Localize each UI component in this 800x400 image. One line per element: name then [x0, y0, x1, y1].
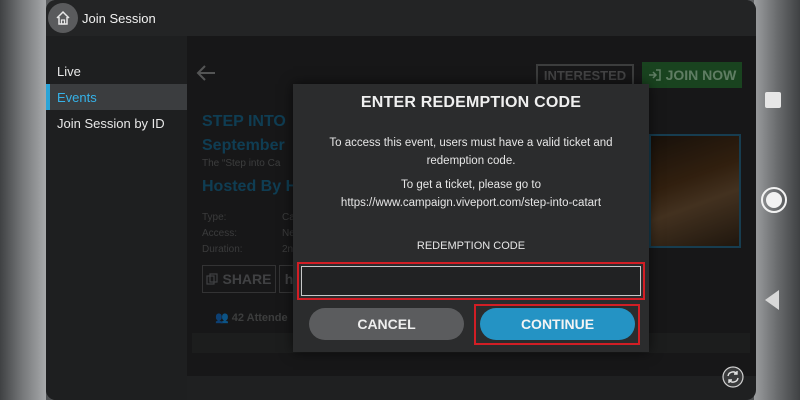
triangle-left-icon[interactable] — [765, 290, 779, 310]
sidebar-item-join-by-id[interactable]: Join Session by ID — [46, 110, 187, 136]
dialog-title: ENTER REDEMPTION CODE — [360, 94, 582, 111]
home-button[interactable] — [48, 3, 78, 33]
sidebar-item-label: Events — [57, 89, 97, 105]
environment-left-wall — [0, 0, 46, 400]
ticket-url: https://www.campaign.viveport.com/step-i… — [340, 197, 602, 209]
sidebar-item-live[interactable]: Live — [46, 58, 187, 84]
square-icon[interactable] — [765, 92, 781, 108]
window-title: Join Session — [82, 10, 156, 26]
cancel-button[interactable]: CANCEL — [309, 308, 464, 340]
ticket-info-line1: To get a ticket, please go to — [400, 179, 541, 191]
continue-button[interactable]: CONTINUE — [480, 308, 635, 340]
refresh-icon[interactable] — [722, 366, 744, 388]
redemption-code-dialog: ENTER REDEMPTION CODE To access this eve… — [293, 84, 649, 352]
title-bar: Join Session — [46, 0, 756, 36]
sidebar-item-events[interactable]: Events — [46, 84, 187, 110]
redemption-code-input[interactable] — [301, 266, 641, 296]
record-icon[interactable] — [761, 187, 787, 213]
ticket-info: To get a ticket, please go to https://ww… — [303, 176, 639, 212]
dialog-message: To access this event, users must have a … — [329, 137, 613, 167]
sidebar-item-label: Join Session by ID — [57, 115, 165, 131]
home-icon — [56, 10, 70, 25]
sidebar-item-label: Live — [57, 63, 81, 79]
redemption-code-label: REDEMPTION CODE — [416, 240, 526, 252]
sidebar: Live Events Join Session by ID — [46, 36, 187, 400]
